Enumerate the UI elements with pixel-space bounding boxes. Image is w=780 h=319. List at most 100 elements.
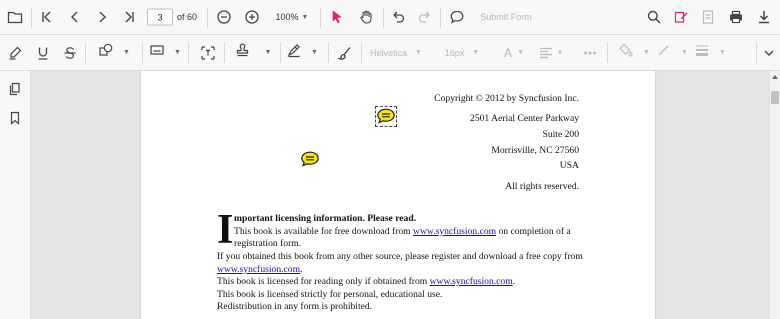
- redo-icon[interactable]: [414, 6, 436, 28]
- collapse-icon[interactable]: [758, 42, 780, 64]
- pdf-page[interactable]: Copyright © 2012 by Syncfusion Inc. 2501…: [141, 71, 655, 319]
- font-color-dropdown[interactable]: A ▼: [504, 46, 524, 60]
- annotation-toolbar: ▼ ▼ ▼ ▼ Helvetica ▼ 16px ▼ A ▼ ▼ ▼ ▼ ▼: [0, 35, 780, 71]
- search-icon[interactable]: [643, 6, 665, 28]
- licensing-paragraph-line: www.syncfusion.com.: [217, 264, 302, 275]
- navigation-pane: [0, 71, 31, 319]
- comment-annotation-icon[interactable]: [376, 108, 396, 124]
- stroke-color-icon: [656, 42, 678, 64]
- syncfusion-link[interactable]: www.syncfusion.com: [430, 276, 513, 287]
- font-size-dropdown[interactable]: 16px ▼: [445, 48, 479, 58]
- toolbar-separator: [383, 8, 384, 28]
- fill-color-icon: [618, 42, 640, 64]
- chevron-down-icon: ▼: [681, 49, 688, 56]
- licensing-paragraph-line: Redistribution in any form is prohibited…: [217, 301, 373, 312]
- bookmarks-icon[interactable]: [4, 107, 26, 129]
- address-line: Morrisville, NC 27560: [491, 145, 579, 156]
- stamp-dropdown[interactable]: ▼: [235, 42, 272, 64]
- copyright-line: Copyright © 2012 by Syncfusion Inc.: [434, 93, 579, 104]
- licensing-paragraph-line: If you obtained this book from any other…: [217, 251, 583, 262]
- stamp-icon: [235, 42, 257, 64]
- chevron-down-icon: ▼: [264, 49, 272, 56]
- free-text-icon[interactable]: [197, 42, 219, 64]
- address-line: Suite 200: [542, 129, 579, 140]
- fill-color-dropdown[interactable]: ▼: [618, 42, 650, 64]
- annotation-edit-icon[interactable]: [670, 6, 692, 28]
- toolbar-separator: [85, 43, 86, 63]
- submit-form-button[interactable]: Submit Form: [480, 12, 532, 22]
- scroll-thumb[interactable]: [771, 91, 779, 104]
- zoom-dropdown[interactable]: 100% ▼: [276, 12, 309, 22]
- chevron-down-icon: ▼: [311, 49, 318, 56]
- calibrate-icon: [149, 42, 171, 64]
- toolbar-separator: [320, 8, 321, 28]
- more-options-icon[interactable]: [579, 42, 601, 64]
- signature-icon: [286, 42, 308, 64]
- pan-hand-icon[interactable]: [355, 6, 377, 28]
- scroll-up-arrow-icon[interactable]: [772, 75, 778, 79]
- text-run: on completion of a: [496, 226, 571, 237]
- print-icon[interactable]: [725, 6, 747, 28]
- chevron-down-icon: ▼: [643, 49, 650, 56]
- text-run: .: [512, 276, 516, 287]
- chevron-down-icon: ▼: [123, 49, 130, 56]
- font-color-label: A: [504, 45, 513, 60]
- zoom-in-icon[interactable]: [241, 6, 263, 28]
- thickness-icon: [694, 42, 716, 64]
- font-size-value: 16px: [444, 47, 465, 58]
- highlight-icon[interactable]: [4, 42, 26, 64]
- address-line: USA: [559, 160, 579, 171]
- toolbar-separator: [361, 43, 362, 63]
- text-run: This book is available for free download…: [234, 226, 414, 237]
- thickness-dropdown[interactable]: ▼: [694, 42, 726, 64]
- syncfusion-link[interactable]: www.syncfusion.com: [217, 264, 300, 275]
- chevron-down-icon: ▼: [174, 49, 181, 56]
- next-page-icon[interactable]: [91, 6, 113, 28]
- underline-icon[interactable]: [32, 42, 54, 64]
- chevron-down-icon: ▼: [517, 49, 524, 56]
- shape-icon: [98, 42, 120, 64]
- undo-icon[interactable]: [387, 6, 409, 28]
- toolbar-separator: [440, 8, 441, 28]
- zoom-out-icon[interactable]: [213, 6, 235, 28]
- licensing-paragraph-line: This book is licensed strictly for perso…: [217, 289, 443, 300]
- primary-toolbar: 3 of 60 100% ▼ Submit Form: [0, 0, 780, 35]
- licensing-paragraph-line: This book is available for free download…: [234, 226, 571, 237]
- toolbar-separator: [207, 8, 208, 28]
- toolbar-separator: [328, 43, 329, 63]
- calibrate-dropdown[interactable]: ▼: [149, 42, 181, 64]
- text-run: This book is licensed for reading only i…: [217, 276, 430, 287]
- comment-icon[interactable]: [446, 6, 468, 28]
- document-viewer[interactable]: Copyright © 2012 by Syncfusion Inc. 2501…: [31, 71, 769, 319]
- chevron-down-icon[interactable]: ▼: [557, 49, 564, 56]
- address-line: 2501 Aerial Center Parkway: [470, 113, 579, 124]
- licensing-paragraph-line: This book is licensed for reading only i…: [217, 276, 515, 287]
- page-total-label: of 60: [176, 12, 198, 22]
- page-number-input[interactable]: 3: [147, 8, 173, 26]
- form-fields-icon[interactable]: [697, 6, 719, 28]
- comment-annotation-icon[interactable]: [300, 151, 320, 167]
- toolbar-separator: [31, 8, 32, 28]
- download-icon[interactable]: [753, 6, 775, 28]
- signature-dropdown[interactable]: ▼: [286, 42, 318, 64]
- chevron-down-icon: ▼: [301, 13, 309, 21]
- first-page-icon[interactable]: [36, 6, 58, 28]
- last-page-icon[interactable]: [118, 6, 140, 28]
- shape-dropdown[interactable]: ▼: [98, 42, 130, 64]
- toolbar-separator: [756, 43, 757, 63]
- toolbar-separator: [142, 43, 143, 63]
- page-thumbnails-icon[interactable]: [4, 78, 26, 100]
- vertical-scrollbar[interactable]: [769, 71, 780, 319]
- previous-page-icon[interactable]: [64, 6, 86, 28]
- open-file-icon[interactable]: [4, 6, 26, 28]
- rights-line: All rights reserved.: [505, 181, 579, 192]
- stroke-color-dropdown[interactable]: ▼: [656, 42, 688, 64]
- toolbar-separator: [188, 43, 189, 63]
- strikethrough-icon[interactable]: [59, 42, 81, 64]
- licensing-paragraph-line: registration form.: [234, 238, 302, 249]
- ink-icon[interactable]: [334, 42, 356, 64]
- selection-cursor-icon[interactable]: [326, 6, 348, 28]
- syncfusion-link[interactable]: www.syncfusion.com: [413, 226, 496, 237]
- font-family-dropdown[interactable]: Helvetica ▼: [370, 48, 422, 58]
- text-align-icon[interactable]: [535, 42, 557, 64]
